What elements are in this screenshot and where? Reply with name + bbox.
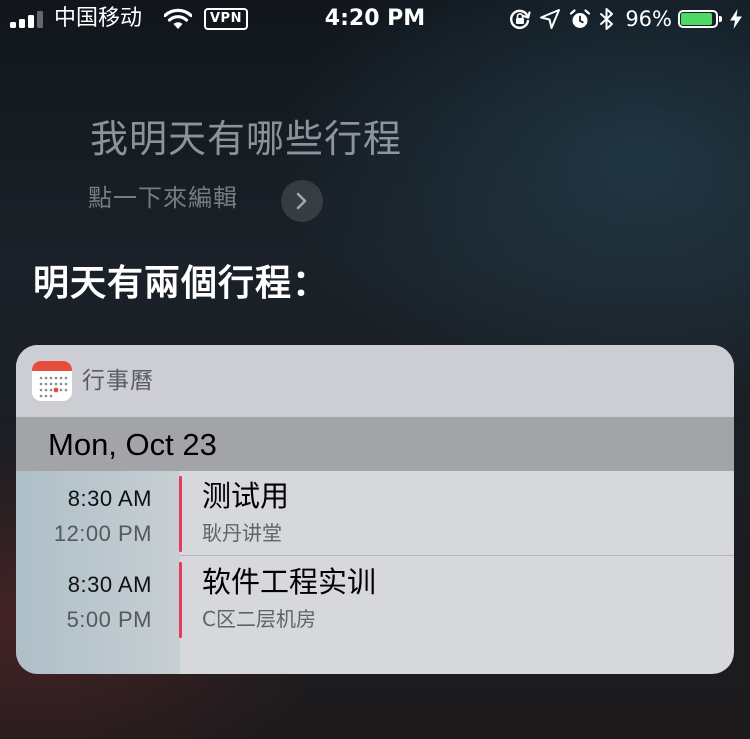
wifi-icon	[164, 8, 192, 29]
event-color-bar	[179, 476, 182, 552]
battery-level-fill	[681, 13, 712, 25]
signal-icon	[10, 11, 48, 28]
event-start-time: 8:30 AM	[67, 572, 152, 597]
tap-to-edit-hint[interactable]: 點一下來編輯	[88, 180, 238, 216]
event-title: 软件工程实训	[202, 565, 377, 599]
battery-icon	[678, 10, 722, 28]
event-end-time: 5:00 PM	[66, 607, 152, 632]
event-start-time: 8:30 AM	[67, 486, 152, 511]
orientation-lock-icon	[510, 9, 531, 29]
chevron-right-icon	[296, 192, 307, 210]
vpn-icon: VPN	[204, 8, 248, 30]
event-row[interactable]: 8:30 AM 5:00 PM 软件工程实训 C区二层机房	[16, 557, 734, 643]
bluetooth-icon	[600, 8, 614, 30]
event-title: 测试用	[202, 479, 290, 513]
event-end-time: 12:00 PM	[53, 521, 152, 546]
date-header: Mon, Oct 23	[16, 417, 734, 471]
date-label: Mon, Oct 23	[48, 427, 217, 462]
siri-answer-text: 明天有兩個行程：	[33, 263, 330, 304]
battery-percent: 96%	[625, 7, 672, 31]
calendar-app-icon	[32, 361, 72, 401]
status-right-icons: 96%	[501, 6, 742, 32]
carrier-name: 中国移动	[54, 6, 143, 31]
alarm-icon	[570, 9, 591, 28]
status-bar: 中国移动 VPN 4:20 PM 96%	[0, 0, 750, 40]
event-divider	[180, 555, 734, 556]
event-location: 耿丹讲堂	[202, 521, 282, 545]
calendar-app-name: 行事曆	[82, 368, 154, 394]
card-header: 行事曆	[16, 345, 734, 417]
edit-query-button[interactable]	[281, 180, 323, 222]
location-arrow-icon	[540, 9, 561, 29]
status-time: 4:20 PM	[324, 6, 426, 31]
event-color-bar	[179, 562, 182, 638]
event-location: C区二层机房	[202, 607, 316, 631]
siri-query-text[interactable]: 我明天有哪些行程	[90, 113, 402, 165]
calendar-card[interactable]: 行事曆 Mon, Oct 23 8:30 AM 12:00 PM 测试用 耿丹讲…	[16, 345, 734, 674]
event-row[interactable]: 8:30 AM 12:00 PM 测试用 耿丹讲堂	[16, 471, 734, 557]
charging-bolt-icon	[730, 9, 742, 29]
